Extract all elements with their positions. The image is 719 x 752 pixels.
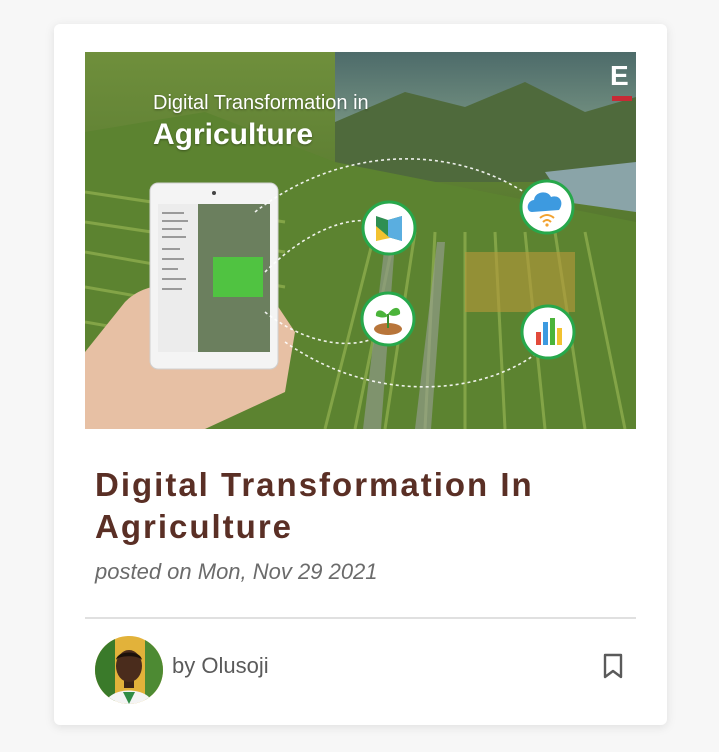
brand-logo-bar — [612, 96, 632, 101]
author-name[interactable]: by Olusoji — [172, 653, 269, 679]
post-date: posted on Mon, Nov 29 2021 — [95, 559, 378, 584]
bar-chart-icon — [520, 304, 576, 360]
author-avatar[interactable] — [95, 636, 163, 704]
map-icon — [361, 200, 417, 256]
plant-icon — [360, 291, 416, 347]
cover-title: Agriculture — [153, 118, 314, 151]
post-card[interactable]: Digital Transformation in Agriculture E … — [54, 24, 667, 725]
cover-subtitle: Digital Transformation in — [153, 92, 369, 114]
divider — [85, 617, 636, 619]
post-cover-image[interactable]: Digital Transformation in Agriculture E — [85, 52, 636, 429]
post-title[interactable]: Digital Transformation In Agriculture — [95, 464, 615, 548]
bookmark-icon[interactable] — [601, 652, 625, 680]
brand-logo: E — [610, 60, 629, 91]
cloud-wifi-icon — [519, 179, 575, 235]
